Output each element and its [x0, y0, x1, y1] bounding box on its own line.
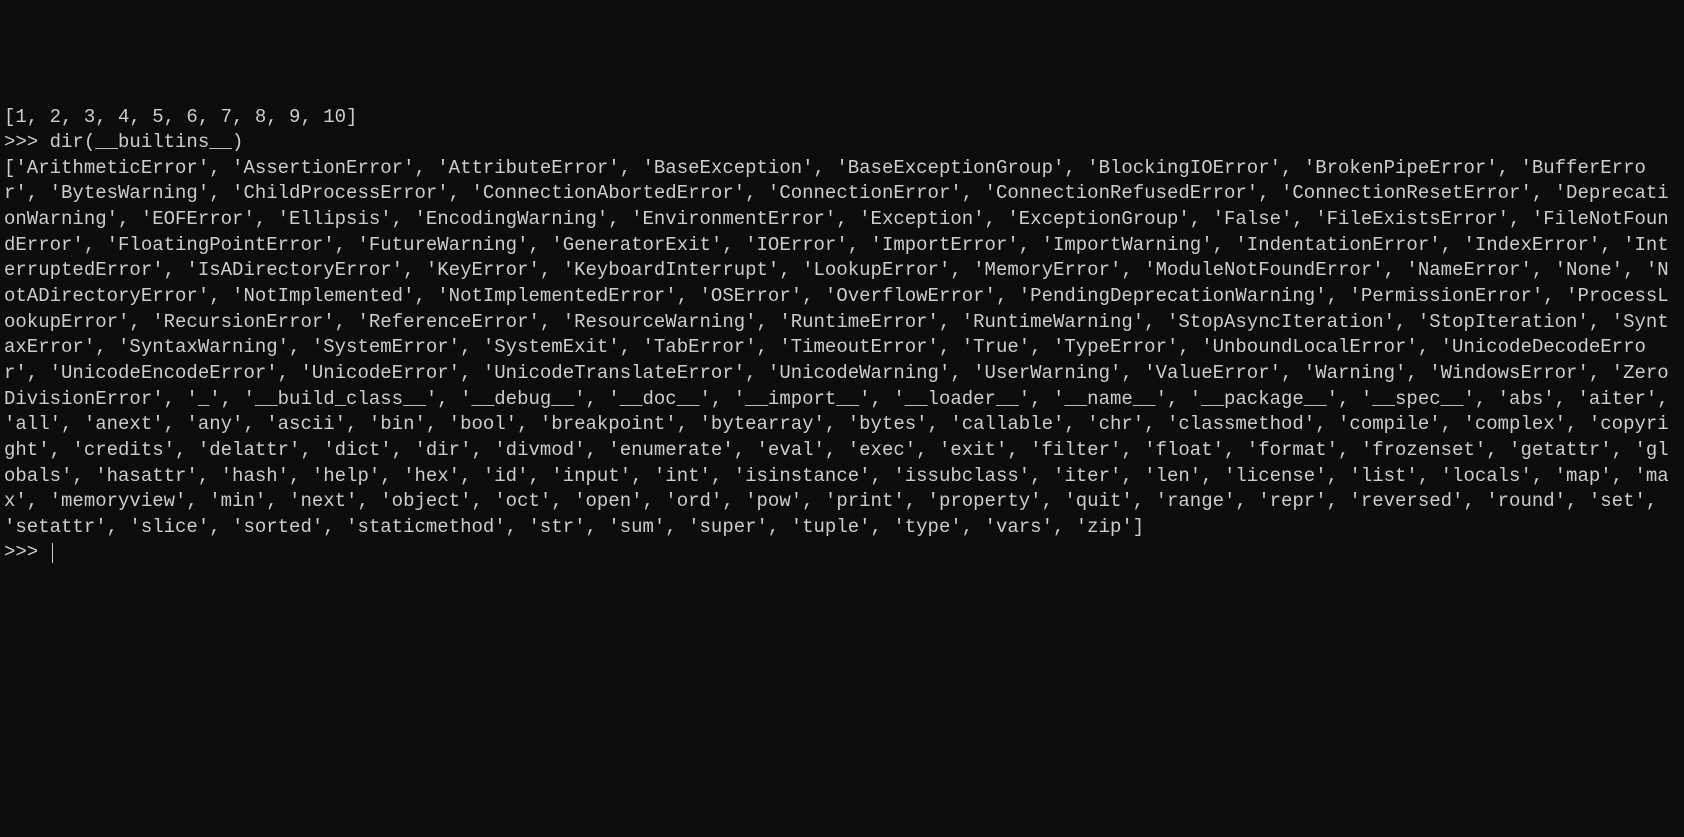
command-output: ['ArithmeticError', 'AssertionError', 'A…: [4, 157, 1680, 538]
cursor: [52, 543, 53, 564]
python-prompt: >>>: [4, 541, 50, 563]
current-prompt-line[interactable]: >>>: [4, 540, 1680, 566]
terminal-window[interactable]: [1, 2, 3, 4, 5, 6, 7, 8, 9, 10]>>> dir(_…: [0, 103, 1684, 709]
python-prompt: >>>: [4, 131, 50, 153]
previous-output-line: [1, 2, 3, 4, 5, 6, 7, 8, 9, 10]: [4, 105, 1680, 131]
command-line: >>> dir(__builtins__): [4, 130, 1680, 156]
command-text: dir(__builtins__): [50, 131, 244, 153]
